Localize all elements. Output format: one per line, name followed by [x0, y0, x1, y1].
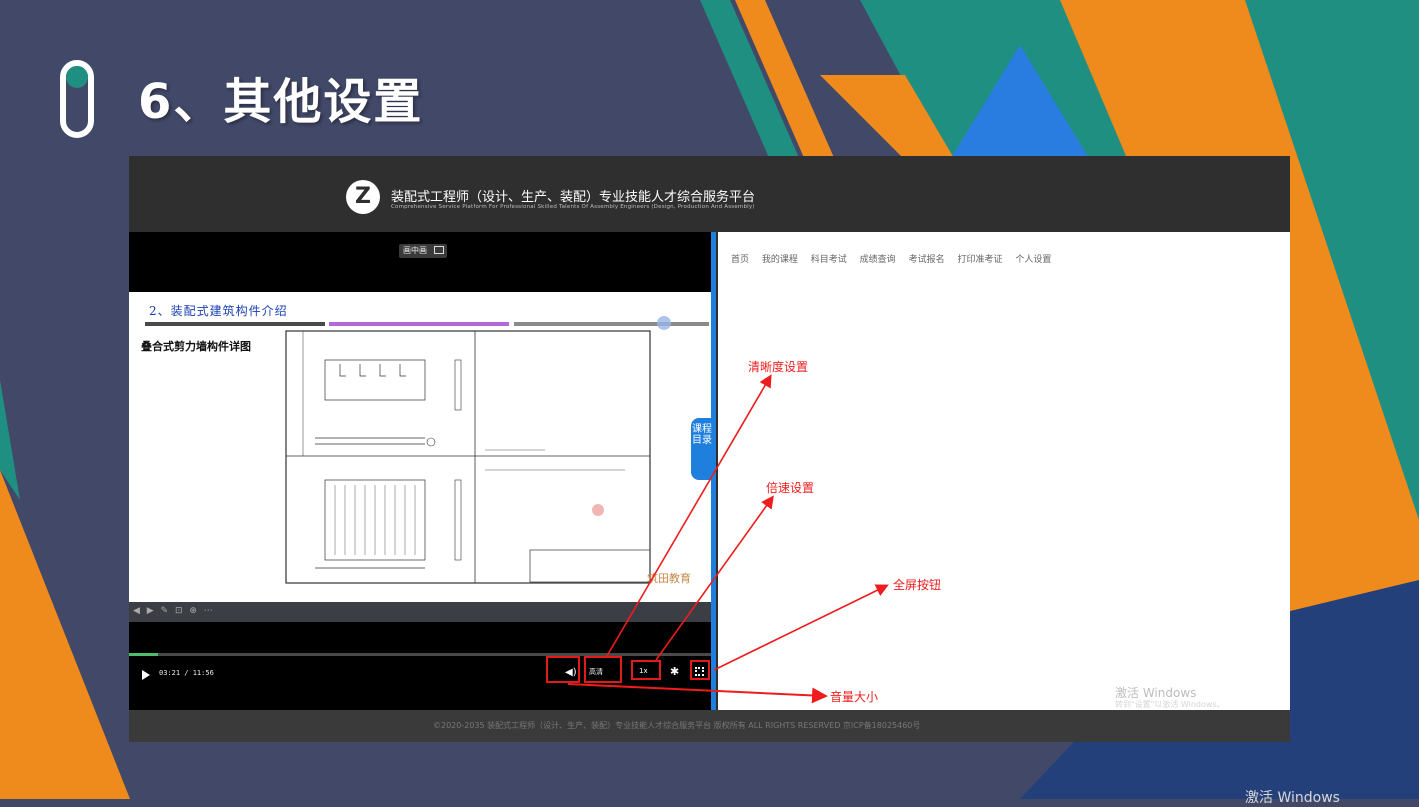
nav-settings[interactable]: 个人设置	[1015, 255, 1051, 265]
nav-home[interactable]: 首页	[731, 255, 749, 265]
toolbar-icons[interactable]: ◀ ▶ ✎ ⊡ ⊕ ⋯	[133, 606, 215, 616]
cursor-dot	[657, 316, 671, 330]
nav-registration[interactable]: 考试报名	[909, 255, 945, 265]
control-bar: 03:21 / 11:56 ◀) 高清 1x ✱	[129, 658, 713, 692]
time-display: 03:21 / 11:56	[159, 669, 214, 677]
heading-rule	[514, 322, 709, 326]
windows-activation-sub: 转到"设置"以激活 Windows。	[1115, 700, 1225, 709]
nav-exams[interactable]: 科目考试	[811, 255, 847, 265]
pip-icon	[434, 246, 444, 254]
picture-in-picture-button[interactable]: 画中画	[399, 244, 447, 258]
lecture-heading: 2、装配式建筑构件介绍	[149, 304, 288, 318]
copyright-text: ©2020-2035 装配式工程师（设计、生产、装配）专业技能人才综合服务平台 …	[433, 721, 921, 730]
pip-label: 画中画	[403, 246, 427, 255]
gear-icon[interactable]: ✱	[670, 665, 679, 678]
windows-watermark: 激活 Windows	[1245, 790, 1340, 806]
platform-subtitle: Comprehensive Service Platform For Profe…	[391, 204, 755, 210]
slide-title: 6、其他设置	[138, 74, 424, 130]
play-icon[interactable]	[142, 670, 150, 680]
top-nav: 首页 我的课程 科目考试 成绩查询 考试报名 打印准考证 个人设置	[731, 252, 1061, 265]
watermark-logo: 筑田教育	[647, 572, 691, 585]
volume-callout: 音量大小	[830, 690, 879, 704]
speed-highlight	[631, 660, 661, 680]
video-player[interactable]: 画中画 2、装配式建筑构件介绍 叠合式剪力墙构件详图 筑田教育 ◀ ▶ ✎ ⊡ …	[129, 232, 713, 710]
speed-callout: 倍速设置	[766, 481, 815, 495]
nav-scores[interactable]: 成绩查询	[860, 255, 896, 265]
lecture-subtitle: 叠合式剪力墙构件详图	[141, 340, 251, 353]
technical-drawing	[285, 330, 651, 584]
heading-rule	[145, 322, 325, 326]
fullscreen-highlight	[690, 660, 710, 680]
platform-screenshot: Z 装配式工程师（设计、生产、装配）专业技能人才综合服务平台 Comprehen…	[129, 156, 1290, 742]
volume-highlight	[546, 656, 580, 683]
annotation-toolbar: ◀ ▶ ✎ ⊡ ⊕ ⋯	[129, 602, 713, 622]
progress-fill	[129, 653, 159, 656]
heading-rule	[329, 322, 509, 326]
course-catalog-tab[interactable]: 课程目录	[691, 418, 713, 480]
course-panel: 首页 我的课程 科目考试 成绩查询 考试报名 打印准考证 个人设置 激活 Win…	[718, 232, 1290, 710]
quality-highlight	[584, 656, 622, 683]
fullscreen-callout: 全屏按钮	[893, 578, 942, 592]
title-accent-dot	[66, 66, 88, 88]
logo-icon: Z	[346, 180, 380, 214]
nav-my-courses[interactable]: 我的课程	[762, 255, 798, 265]
platform-title: 装配式工程师（设计、生产、装配）专业技能人才综合服务平台	[391, 190, 756, 205]
progress-bar[interactable]	[129, 653, 713, 656]
platform-footer: ©2020-2035 装配式工程师（设计、生产、装配）专业技能人才综合服务平台 …	[129, 710, 1290, 742]
lecture-slide: 2、装配式建筑构件介绍 叠合式剪力墙构件详图 筑田教育	[129, 292, 713, 602]
clarity-callout: 清晰度设置	[748, 360, 809, 374]
nav-admission-ticket[interactable]: 打印准考证	[957, 255, 1002, 265]
platform-header: Z 装配式工程师（设计、生产、装配）专业技能人才综合服务平台 Comprehen…	[129, 156, 1290, 232]
